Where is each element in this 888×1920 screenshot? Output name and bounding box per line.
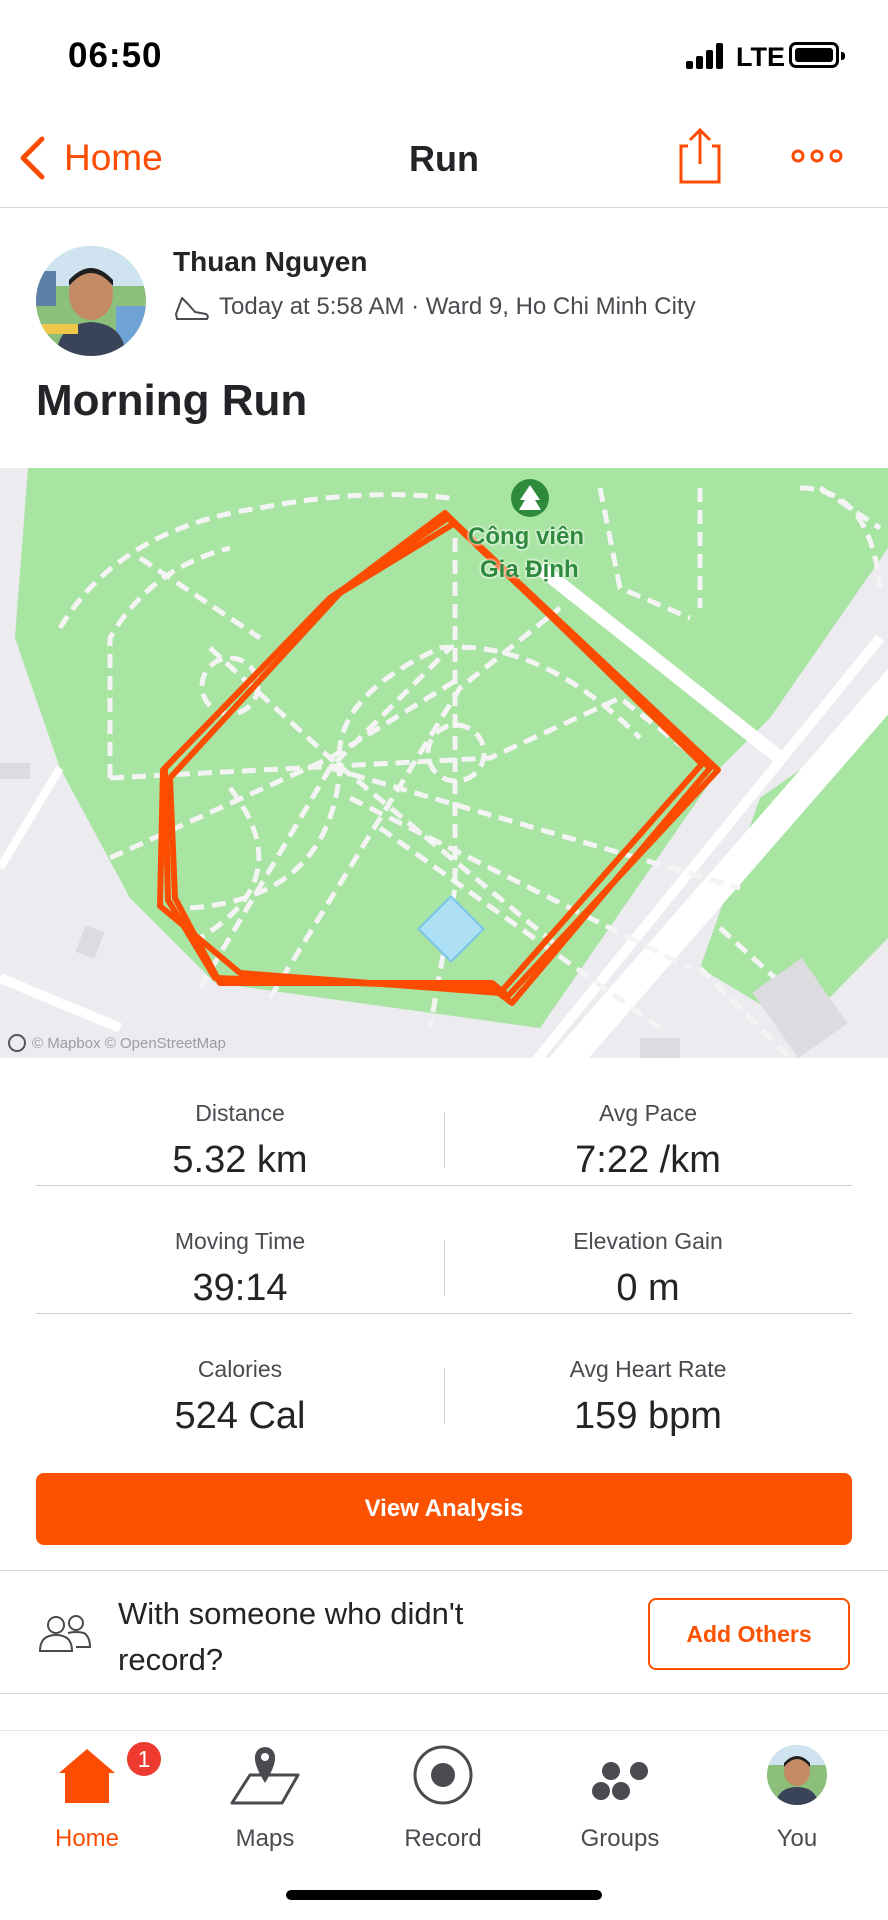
stat-value: 5.32 km (172, 1139, 308, 1181)
with-others-text: With someone who didn't record? (118, 1596, 464, 1677)
athlete-name[interactable]: Thuan Nguyen (173, 246, 367, 278)
stat-label: Calories (197, 1356, 283, 1382)
notification-badge: 1 (124, 1739, 164, 1779)
stat-label: Avg Pace (598, 1100, 698, 1126)
stats-row: Calories 524 Cal Avg Heart Rate 159 bpm (36, 1314, 852, 1442)
stats-row: Distance 5.32 km Avg Pace 7:22 /km (36, 1058, 852, 1186)
add-others-button[interactable]: Add Others (648, 1598, 850, 1670)
stat-label: Distance (195, 1100, 285, 1126)
stat-value: 159 bpm (574, 1395, 722, 1437)
tab-record[interactable]: Record (368, 1731, 518, 1852)
stat-label: Moving Time (174, 1228, 306, 1254)
avatar[interactable] (36, 246, 146, 356)
activity-header: Thuan Nguyen Today at 5:58 AM · Ward 9, … (0, 208, 888, 468)
avatar (767, 1745, 827, 1805)
activity-title: Morning Run (36, 376, 308, 425)
stat-value: 39:14 (192, 1267, 288, 1309)
map-pin-icon (230, 1747, 300, 1805)
status-time: 06:50 (68, 36, 163, 75)
stat-value: 524 Cal (174, 1395, 306, 1437)
view-analysis-button[interactable]: View Analysis (36, 1473, 852, 1545)
activity-meta: Today at 5:58 AM · Ward 9, Ho Chi Minh C… (173, 292, 696, 322)
stat-label: Avg Heart Rate (569, 1356, 727, 1382)
tab-you[interactable]: You (722, 1731, 872, 1852)
divider (444, 1240, 445, 1296)
stats-grid: Distance 5.32 km Avg Pace 7:22 /km Movin… (36, 1058, 852, 1442)
more-options-icon[interactable] (790, 140, 844, 172)
signal-icon (686, 43, 726, 69)
tab-label: You (776, 1825, 818, 1852)
map-attribution: © Mapbox © OpenStreetMap (8, 1034, 226, 1052)
groups-icon (592, 1762, 648, 1800)
share-icon[interactable] (678, 126, 722, 186)
home-icon (59, 1749, 115, 1803)
map-canvas (0, 468, 888, 1058)
stat-avg-pace: Avg Pace 7:22 /km (444, 1058, 852, 1185)
with-others-section: With someone who didn't record? Add Othe… (0, 1570, 888, 1694)
activity-meta-text: Today at 5:58 AM · Ward 9, Ho Chi Minh C… (219, 293, 696, 320)
status-bar: 06:50 LTE (0, 0, 888, 110)
home-indicator (286, 1890, 602, 1900)
nav-bar: Home Run (0, 110, 888, 208)
tab-label: Home (54, 1825, 120, 1852)
tab-maps[interactable]: Maps (190, 1731, 340, 1852)
stat-value: 0 m (616, 1267, 680, 1309)
map-place-label-2: Gia Định (480, 556, 579, 583)
tab-home[interactable]: 1 Home (12, 1731, 164, 1852)
record-icon (413, 1745, 473, 1805)
divider (444, 1112, 445, 1168)
map-attribution-text: © Mapbox © OpenStreetMap (32, 1034, 226, 1052)
stat-moving-time: Moving Time 39:14 (36, 1186, 444, 1313)
stat-value: 7:22 /km (575, 1139, 721, 1181)
battery-icon (789, 42, 845, 68)
route-map[interactable]: Công viên Gia Định © Mapbox © OpenStreet… (0, 468, 888, 1058)
tab-label: Maps (235, 1825, 295, 1852)
stat-distance: Distance 5.32 km (36, 1058, 444, 1185)
tab-label: Groups (580, 1825, 660, 1852)
stat-elevation-gain: Elevation Gain 0 m (444, 1186, 852, 1313)
tab-groups[interactable]: Groups (545, 1731, 695, 1852)
map-place-label-1: Công viên (468, 523, 585, 550)
page-title: Run (409, 138, 479, 179)
mapbox-logo-icon (8, 1034, 26, 1052)
network-type: LTE (736, 42, 785, 72)
shoe-icon (175, 297, 209, 320)
tab-label: Record (404, 1825, 482, 1852)
people-icon (38, 1615, 92, 1652)
stat-calories: Calories 524 Cal (36, 1314, 444, 1442)
stats-row: Moving Time 39:14 Elevation Gain 0 m (36, 1186, 852, 1314)
stat-label: Elevation Gain (573, 1228, 723, 1254)
divider (444, 1368, 445, 1424)
stat-avg-heart-rate: Avg Heart Rate 159 bpm (444, 1314, 852, 1442)
